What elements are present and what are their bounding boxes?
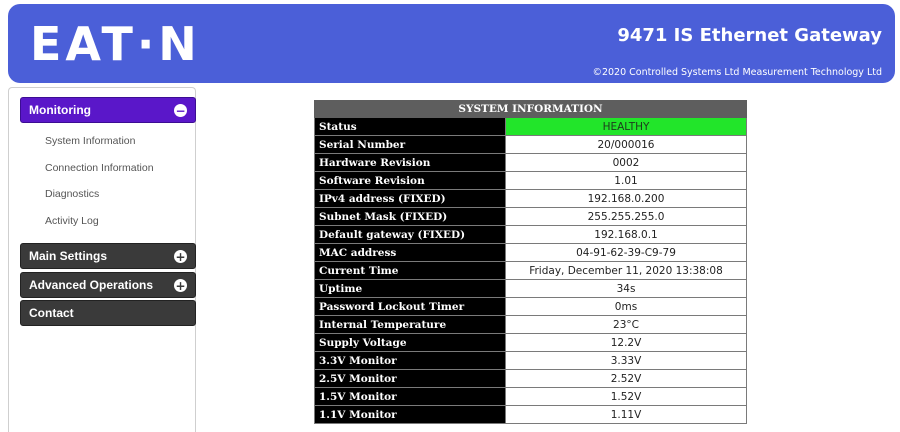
table-row: Software Revision 1.01 — [314, 171, 747, 190]
table-row: 1.1V Monitor 1.11V — [314, 405, 747, 424]
header-banner: EAT·N 9471 IS Ethernet Gateway ©2020 Con… — [8, 4, 895, 83]
table-row: Serial Number 20/000016 — [314, 135, 747, 154]
menu-contact[interactable]: Contact — [20, 300, 196, 326]
row-key: 3.3V Monitor — [314, 351, 506, 370]
copyright-text: ©2020 Controlled Systems Ltd Measurement… — [592, 67, 882, 78]
table-row: IPv4 address (FIXED) 192.168.0.200 — [314, 189, 747, 208]
expand-icon[interactable]: + — [174, 250, 187, 263]
row-value: 255.255.255.0 — [505, 207, 747, 226]
table-row: Default gateway (FIXED) 192.168.0.1 — [314, 225, 747, 244]
table-row: Internal Temperature 23°C — [314, 315, 747, 334]
page-title: 9471 IS Ethernet Gateway — [617, 25, 882, 46]
table-row: Password Lockout Timer 0ms — [314, 297, 747, 316]
table-row: Current Time Friday, December 11, 2020 1… — [314, 261, 747, 280]
row-key: Internal Temperature — [314, 315, 506, 334]
sidebar-item-activity-log[interactable]: Activity Log — [45, 215, 99, 227]
row-value: 1.52V — [505, 387, 747, 406]
row-value: 20/000016 — [505, 135, 747, 154]
table-row: 3.3V Monitor 3.33V — [314, 351, 747, 370]
row-key: Default gateway (FIXED) — [314, 225, 506, 244]
row-value: 192.168.0.1 — [505, 225, 747, 244]
sidebar: Monitoring − System Information Connecti… — [8, 87, 196, 432]
row-key: IPv4 address (FIXED) — [314, 189, 506, 208]
table-row: Supply Voltage 12.2V — [314, 333, 747, 352]
row-key: 2.5V Monitor — [314, 369, 506, 388]
row-key: Status — [314, 117, 506, 136]
row-key: Subnet Mask (FIXED) — [314, 207, 506, 226]
row-value: 0ms — [505, 297, 747, 316]
row-key: Current Time — [314, 261, 506, 280]
expand-icon[interactable]: + — [174, 279, 187, 292]
row-key: Serial Number — [314, 135, 506, 154]
sidebar-item-diagnostics[interactable]: Diagnostics — [45, 188, 99, 200]
row-key: MAC address — [314, 243, 506, 262]
row-value: 12.2V — [505, 333, 747, 352]
row-key: Supply Voltage — [314, 333, 506, 352]
menu-advanced-operations-label: Advanced Operations — [29, 278, 154, 292]
table-row: Uptime 34s — [314, 279, 747, 298]
collapse-icon[interactable]: − — [174, 104, 187, 117]
menu-main-settings-label: Main Settings — [29, 249, 108, 263]
row-key: Uptime — [314, 279, 506, 298]
row-value: 1.11V — [505, 405, 747, 424]
row-key: 1.1V Monitor — [314, 405, 506, 424]
table-row: MAC address 04-91-62-39-C9-79 — [314, 243, 747, 262]
menu-main-settings[interactable]: Main Settings + — [20, 243, 196, 269]
table-row: 1.5V Monitor 1.52V — [314, 387, 747, 406]
row-key: Software Revision — [314, 171, 506, 190]
row-key: Password Lockout Timer — [314, 297, 506, 316]
table-row: Subnet Mask (FIXED) 255.255.255.0 — [314, 207, 747, 226]
row-value: 192.168.0.200 — [505, 189, 747, 208]
sidebar-item-system-information[interactable]: System Information — [45, 135, 135, 147]
row-value: 0002 — [505, 153, 747, 172]
menu-monitoring-label: Monitoring — [29, 103, 91, 117]
menu-monitoring[interactable]: Monitoring − — [20, 97, 196, 123]
row-value: 04-91-62-39-C9-79 — [505, 243, 747, 262]
status-value: HEALTHY — [505, 117, 747, 136]
row-value: 34s — [505, 279, 747, 298]
row-value: 23°C — [505, 315, 747, 334]
menu-advanced-operations[interactable]: Advanced Operations + — [20, 272, 196, 298]
table-title: SYSTEM INFORMATION — [314, 100, 747, 118]
row-value: 3.33V — [505, 351, 747, 370]
logo-text: EAT·N — [30, 17, 201, 71]
row-value: 2.52V — [505, 369, 747, 388]
sidebar-item-connection-information[interactable]: Connection Information — [45, 162, 154, 174]
eaton-logo: EAT·N — [30, 20, 201, 68]
table-row: 2.5V Monitor 2.52V — [314, 369, 747, 388]
row-key: 1.5V Monitor — [314, 387, 506, 406]
table-row: Status HEALTHY — [314, 117, 747, 136]
row-value: 1.01 — [505, 171, 747, 190]
row-key: Hardware Revision — [314, 153, 506, 172]
table-row: Hardware Revision 0002 — [314, 153, 747, 172]
row-value: Friday, December 11, 2020 13:38:08 — [505, 261, 747, 280]
system-information-table: SYSTEM INFORMATION Status HEALTHY Serial… — [314, 100, 747, 424]
menu-contact-label: Contact — [29, 306, 74, 320]
